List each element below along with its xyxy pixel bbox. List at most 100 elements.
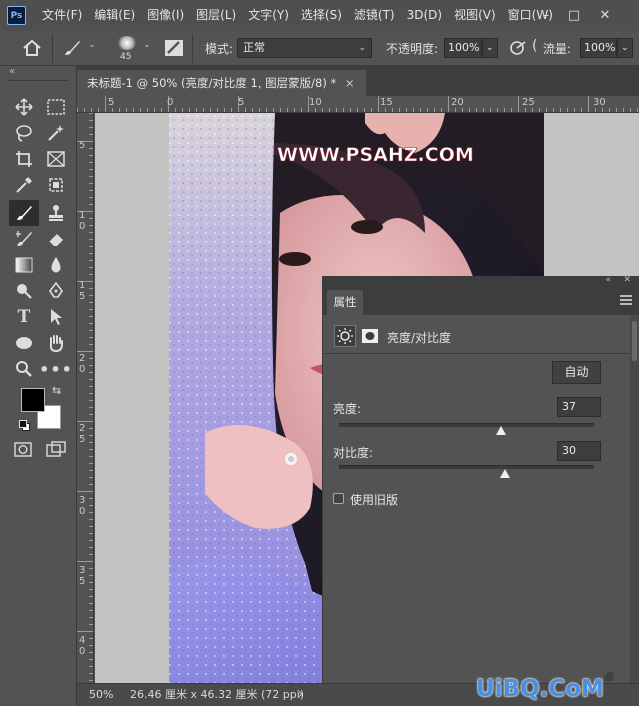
panel-menu-icon[interactable] xyxy=(620,295,632,305)
ruler-tick xyxy=(89,435,93,436)
default-colors-icon[interactable] xyxy=(19,420,30,431)
history-brush-icon[interactable] xyxy=(13,228,35,250)
hand-icon[interactable] xyxy=(45,332,67,354)
marquee-tool-icon[interactable] xyxy=(45,96,67,118)
properties-panel: « ✕ 属性 亮度/对比度 自动 亮度: 37 对比度: 30 使用旧版 ⬛ xyxy=(322,275,639,684)
pen-icon[interactable] xyxy=(45,280,67,302)
quick-mask-icon[interactable] xyxy=(14,442,32,457)
ruler-tick xyxy=(588,96,589,112)
contrast-slider-thumb[interactable] xyxy=(499,469,510,478)
ruler-tick xyxy=(518,96,519,112)
brush-icon[interactable] xyxy=(62,39,82,57)
eraser-icon[interactable] xyxy=(45,228,67,250)
spot-heal-icon[interactable] xyxy=(45,174,67,196)
ruler-tick xyxy=(89,498,93,499)
contrast-slider-track[interactable] xyxy=(339,465,594,469)
foreground-color-swatch[interactable] xyxy=(21,388,45,412)
flow-input[interactable]: 100% xyxy=(580,38,617,58)
menu-type[interactable]: 文字(Y) xyxy=(242,0,295,31)
ruler-tick xyxy=(77,351,93,352)
brightness-slider-track[interactable] xyxy=(339,423,594,427)
gradient-icon[interactable] xyxy=(13,254,35,276)
ruler-tick xyxy=(89,330,93,331)
ruler-label: 4 0 xyxy=(79,635,86,657)
brightness-slider-thumb[interactable] xyxy=(496,426,507,435)
ruler-tick xyxy=(89,666,93,667)
status-menu-arrow[interactable]: › xyxy=(298,684,303,706)
airbrush-pressure-icon[interactable] xyxy=(509,40,527,56)
opacity-dropdown-icon[interactable]: ⌄ xyxy=(482,38,498,58)
smoothing-icon[interactable]: ( xyxy=(532,38,537,54)
ruler-tick xyxy=(434,108,435,112)
ruler-tick xyxy=(89,379,93,380)
menu-layer[interactable]: 图层(L) xyxy=(190,0,242,31)
ruler-tick xyxy=(427,108,428,112)
menu-file[interactable]: 文件(F) xyxy=(36,0,88,31)
ruler-tick xyxy=(89,344,93,345)
ruler-tick xyxy=(89,190,93,191)
toggle-brush-panel-icon[interactable] xyxy=(164,39,184,57)
type-icon[interactable]: T xyxy=(13,306,35,328)
zoom-icon[interactable] xyxy=(13,358,35,380)
sun-adjust-icon[interactable] xyxy=(334,325,356,347)
brush-preset-icon[interactable] xyxy=(117,36,137,50)
panel-footer-icon[interactable]: ⬛ xyxy=(604,673,615,683)
move-tool-icon[interactable] xyxy=(13,96,35,118)
document-tab[interactable]: 未标题-1 @ 50% (亮度/对比度 1, 图层蒙版/8) * × xyxy=(77,70,366,96)
panel-scrollbar-thumb[interactable] xyxy=(632,321,637,361)
ruler-tick xyxy=(89,645,93,646)
ellipse-icon[interactable] xyxy=(13,332,35,354)
photoshop-logo[interactable]: Ps xyxy=(7,6,26,25)
collapse-icon[interactable]: « xyxy=(9,66,15,77)
horizontal-ruler[interactable]: 5 0 5 10 15 20 25 30 xyxy=(77,96,639,113)
panel-close-icon[interactable]: ✕ xyxy=(623,275,631,285)
brightness-input[interactable]: 37 xyxy=(557,397,601,417)
ruler-tick xyxy=(89,407,93,408)
ruler-tick xyxy=(357,108,358,112)
blur-icon[interactable] xyxy=(45,254,67,276)
path-select-icon[interactable] xyxy=(45,306,67,328)
menu-select[interactable]: 选择(S) xyxy=(295,0,348,31)
ruler-tick xyxy=(89,316,93,317)
menu-edit[interactable]: 编辑(E) xyxy=(88,0,141,31)
panel-scrollbar[interactable] xyxy=(630,315,639,684)
flow-dropdown-icon[interactable]: ⌄ xyxy=(617,38,633,58)
chevron-down-icon[interactable]: ⌄ xyxy=(88,40,96,50)
vertical-ruler[interactable]: 5 1 0 1 5 2 0 2 5 3 0 3 5 4 0 xyxy=(77,113,94,683)
home-icon[interactable] xyxy=(23,40,41,56)
magic-wand-icon[interactable] xyxy=(45,122,67,144)
swap-colors-icon[interactable]: ⇆ xyxy=(52,384,61,397)
close-button[interactable]: ✕ xyxy=(592,0,618,31)
menu-view[interactable]: 视图(V) xyxy=(448,0,502,31)
tab-close-icon[interactable]: × xyxy=(345,76,355,90)
collapse-icon[interactable]: « xyxy=(605,275,611,285)
ruler-tick xyxy=(217,108,218,112)
menu-3d[interactable]: 3D(D) xyxy=(401,0,448,31)
ruler-tick xyxy=(89,589,93,590)
eyedropper-icon[interactable] xyxy=(13,174,35,196)
opacity-input[interactable]: 100% xyxy=(444,38,482,58)
ruler-tick xyxy=(89,337,93,338)
zoom-level[interactable]: 50% xyxy=(89,684,113,706)
mask-icon[interactable] xyxy=(361,327,379,345)
lasso-tool-icon[interactable] xyxy=(13,122,35,144)
dodge-icon[interactable] xyxy=(13,280,35,302)
frame-tool-icon[interactable] xyxy=(45,148,67,170)
contrast-input[interactable]: 30 xyxy=(557,441,601,461)
stamp-tool-icon[interactable] xyxy=(45,202,67,224)
menu-image[interactable]: 图像(I) xyxy=(141,0,190,31)
menu-filter[interactable]: 滤镜(T) xyxy=(348,0,401,31)
brush-preset-chevron-icon[interactable]: ⌄ xyxy=(143,40,151,50)
screen-mode-icon[interactable] xyxy=(46,441,66,457)
blend-mode-select[interactable]: 正常 ⌄ xyxy=(237,38,372,58)
maximize-button[interactable]: □ xyxy=(561,0,587,31)
minimize-button[interactable]: – xyxy=(533,0,559,31)
mode-label: 模式: xyxy=(205,42,234,56)
tab-properties[interactable]: 属性 xyxy=(327,290,363,315)
crop-tool-icon[interactable] xyxy=(13,148,35,170)
more-tools-icon[interactable]: ••• xyxy=(39,358,72,380)
brush-tool-icon[interactable] xyxy=(9,200,39,226)
auto-button[interactable]: 自动 xyxy=(552,361,601,384)
ruler-tick xyxy=(392,108,393,112)
legacy-checkbox[interactable] xyxy=(333,493,344,504)
